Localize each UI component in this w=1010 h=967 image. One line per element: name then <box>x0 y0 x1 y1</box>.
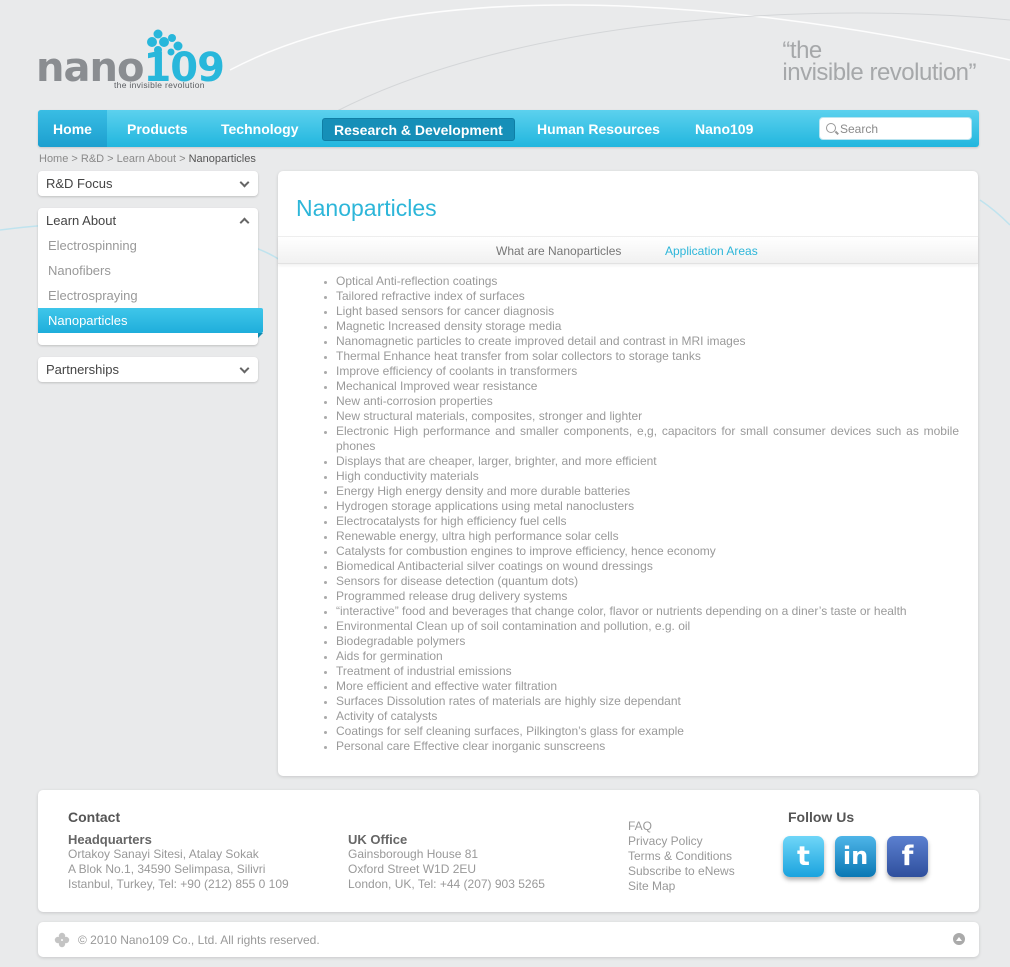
uk-line: Gainsborough House 81 <box>348 847 479 861</box>
sidebar-partnerships: Partnerships <box>38 357 258 382</box>
list-item: Electronic High performance and smaller … <box>336 424 959 454</box>
list-item: “interactive” food and beverages that ch… <box>336 604 959 619</box>
list-item: Programmed release drug delivery systems <box>336 589 959 604</box>
application-list: Optical Anti-reflection coatingsTailored… <box>336 274 959 754</box>
logo-tagline: the invisible revolution <box>114 80 205 90</box>
contact-title: Contact <box>68 809 121 825</box>
footer-link-faq[interactable]: FAQ <box>628 819 735 834</box>
footer: Contact Headquarters Ortakoy Sanayi Site… <box>38 790 979 912</box>
partnerships-toggle[interactable]: Partnerships <box>38 357 258 382</box>
list-item: Environmental Clean up of soil contamina… <box>336 619 959 634</box>
facebook-icon[interactable]: f <box>887 836 928 877</box>
nano-clover-icon <box>54 932 70 948</box>
footer-links: FAQ Privacy Policy Terms & Conditions Su… <box>628 819 735 894</box>
linkedin-icon[interactable]: in <box>835 836 876 877</box>
list-item: Light based sensors for cancer diagnosis <box>336 304 959 319</box>
slogan-line-2: invisible revolution” <box>782 59 976 86</box>
list-item: Coatings for self cleaning surfaces, Pil… <box>336 724 959 739</box>
breadcrumb-rd[interactable]: R&D <box>81 153 104 165</box>
sidebar-item-electrospinning[interactable]: Electrospinning <box>38 233 258 258</box>
footer-link-privacy[interactable]: Privacy Policy <box>628 834 735 849</box>
list-item: Personal care Effective clear inorganic … <box>336 739 959 754</box>
content-panel: Nanoparticles What are Nanoparticles App… <box>278 171 978 776</box>
list-item: Renewable energy, ultra high performance… <box>336 529 959 544</box>
list-item: Displays that are cheaper, larger, brigh… <box>336 454 959 469</box>
scroll-top-icon[interactable] <box>953 933 965 945</box>
content-tabs: What are Nanoparticles Application Areas <box>278 236 978 264</box>
hq-address: Headquarters Ortakoy Sanayi Sitesi, Atal… <box>68 832 289 892</box>
nav-human-resources[interactable]: Human Resources <box>537 110 660 147</box>
list-item: Energy High energy density and more dura… <box>336 484 959 499</box>
sidebar-item-electrospraying[interactable]: Electrospraying <box>38 283 258 308</box>
copyright-bar: © 2010 Nano109 Co., Ltd. All rights rese… <box>38 922 979 957</box>
main-nav: Home Products Technology Research & Deve… <box>38 110 979 147</box>
list-item: Optical Anti-reflection coatings <box>336 274 959 289</box>
footer-link-terms[interactable]: Terms & Conditions <box>628 849 735 864</box>
chevron-down-icon <box>239 177 250 188</box>
footer-link-subscribe[interactable]: Subscribe to eNews <box>628 864 735 879</box>
list-item: Biomedical Antibacterial silver coatings… <box>336 559 959 574</box>
uk-line: London, UK, Tel: +44 (207) 903 5265 <box>348 877 545 891</box>
rd-focus-label: R&D Focus <box>46 176 113 191</box>
hq-title: Headquarters <box>68 832 152 847</box>
list-item: Activity of catalysts <box>336 709 959 724</box>
list-item: Magnetic Increased density storage media <box>336 319 959 334</box>
chevron-up-icon <box>239 217 250 228</box>
list-item: New structural materials, composites, st… <box>336 409 959 424</box>
hq-line: A Blok No.1, 34590 Selimpasa, Silivri <box>68 862 266 876</box>
breadcrumb-home[interactable]: Home <box>39 153 68 165</box>
breadcrumb-current: Nanoparticles <box>188 153 256 165</box>
list-item: Improve efficiency of coolants in transf… <box>336 364 959 379</box>
list-item: Thermal Enhance heat transfer from solar… <box>336 349 959 364</box>
sidebar-item-nanofibers[interactable]: Nanofibers <box>38 258 258 283</box>
sidebar-item-nanoparticles[interactable]: Nanoparticles <box>38 308 263 338</box>
sidebar-rd-focus: R&D Focus <box>38 171 258 196</box>
copyright-text: © 2010 Nano109 Co., Ltd. All rights rese… <box>78 933 320 947</box>
search-box <box>819 117 972 140</box>
partnerships-label: Partnerships <box>46 362 119 377</box>
breadcrumb: Home > R&D > Learn About > Nanoparticles <box>39 153 256 165</box>
tab-application-areas[interactable]: Application Areas <box>665 244 758 258</box>
follow-us-title: Follow Us <box>788 809 855 825</box>
uk-line: Oxford Street W1D 2EU <box>348 862 477 876</box>
list-item: Electrocatalysts for high efficiency fue… <box>336 514 959 529</box>
breadcrumb-learn-about[interactable]: Learn About <box>117 153 176 165</box>
footer-link-sitemap[interactable]: Site Map <box>628 879 735 894</box>
nav-home[interactable]: Home <box>38 110 107 147</box>
list-item: High conductivity materials <box>336 469 959 484</box>
list-item: Nanomagnetic particles to create improve… <box>336 334 959 349</box>
rd-focus-toggle[interactable]: R&D Focus <box>38 171 258 196</box>
chevron-down-icon <box>239 363 250 374</box>
uk-address: UK Office Gainsborough House 81 Oxford S… <box>348 832 545 892</box>
sidebar-learn-about: Learn About Electrospinning Nanofibers E… <box>38 208 263 345</box>
hq-line: Istanbul, Turkey, Tel: +90 (212) 855 0 1… <box>68 877 289 891</box>
nano109-logo[interactable]: nano109 the invisible revolution <box>36 28 226 92</box>
page-title: Nanoparticles <box>296 195 437 221</box>
nav-research-development[interactable]: Research & Development <box>322 118 515 141</box>
nav-nano109[interactable]: Nano109 <box>695 110 753 147</box>
list-item: Aids for germination <box>336 649 959 664</box>
learn-about-toggle[interactable]: Learn About <box>38 208 258 233</box>
nav-technology[interactable]: Technology <box>221 110 299 147</box>
list-item: New anti-corrosion properties <box>336 394 959 409</box>
list-item: Mechanical Improved wear resistance <box>336 379 959 394</box>
uk-title: UK Office <box>348 832 408 847</box>
list-item: Treatment of industrial emissions <box>336 664 959 679</box>
list-item: Biodegradable polymers <box>336 634 959 649</box>
tab-what-are-nanoparticles[interactable]: What are Nanoparticles <box>496 244 621 258</box>
search-icon[interactable] <box>826 123 836 133</box>
hq-line: Ortakoy Sanayi Sitesi, Atalay Sokak <box>68 847 259 861</box>
list-item: Tailored refractive index of surfaces <box>336 289 959 304</box>
search-input[interactable] <box>840 120 968 138</box>
list-item: Surfaces Dissolution rates of materials … <box>336 694 959 709</box>
list-item: More efficient and effective water filtr… <box>336 679 959 694</box>
learn-about-label: Learn About <box>46 213 117 228</box>
list-item: Catalysts for combustion engines to impr… <box>336 544 959 559</box>
list-item: Hydrogen storage applications using meta… <box>336 499 959 514</box>
nav-products[interactable]: Products <box>127 110 188 147</box>
list-item: Sensors for disease detection (quantum d… <box>336 574 959 589</box>
slogan: “the invisible revolution” <box>782 39 976 86</box>
twitter-icon[interactable]: t <box>783 836 824 877</box>
